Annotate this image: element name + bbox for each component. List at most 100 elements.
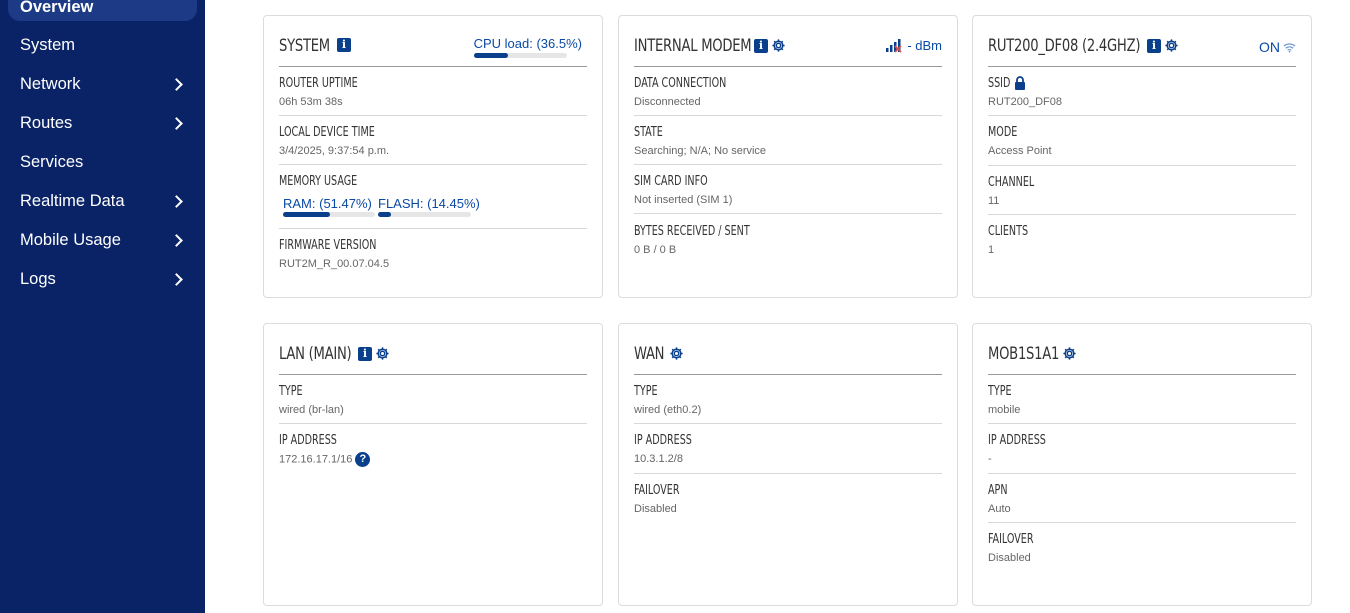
ip-address-text: 172.16.17.1/16 bbox=[279, 453, 353, 466]
sidebar-item-system[interactable]: System bbox=[0, 30, 205, 60]
card-title: RUT200_DF08 (2.4GHZ) bbox=[988, 36, 1141, 56]
clients-row: CLIENTS 1 bbox=[988, 214, 1296, 263]
card-header: WAN bbox=[634, 344, 942, 375]
ram-bar-fill bbox=[283, 212, 331, 217]
sidebar-item-realtime-data[interactable]: Realtime Data bbox=[0, 186, 205, 216]
ssid-label: SSID bbox=[988, 76, 1011, 91]
ip-address-label: IP ADDRESS bbox=[988, 433, 1046, 448]
failover-label: FAILOVER bbox=[634, 483, 680, 498]
ram-label: RAM: (51.47%) bbox=[283, 196, 372, 211]
state-label: STATE bbox=[634, 125, 663, 140]
sidebar-item-label: Network bbox=[20, 74, 81, 93]
channel-label: CHANNEL bbox=[988, 175, 1035, 190]
uptime-row: ROUTER UPTIME 06h 53m 38s bbox=[279, 66, 587, 116]
card-title: INTERNAL MODEM bbox=[634, 36, 752, 56]
sidebar-item-label: Services bbox=[20, 152, 84, 171]
chevron-right-icon bbox=[170, 272, 183, 286]
cpu-load: CPU load: (36.5%) bbox=[473, 36, 582, 58]
uptime-value: 06h 53m 38s bbox=[279, 96, 343, 108]
info-icon[interactable]: i bbox=[358, 346, 372, 361]
sidebar: Overview System Network Routes Services … bbox=[0, 0, 205, 613]
time-row: LOCAL DEVICE TIME 3/4/2025, 9:37:54 p.m. bbox=[279, 115, 587, 165]
ip-address-value: - bbox=[988, 453, 992, 465]
help-icon[interactable]: ? bbox=[355, 452, 371, 467]
sidebar-item-routes[interactable]: Routes bbox=[0, 108, 205, 138]
ip-address-value: 172.16.17.1/16? bbox=[279, 452, 371, 467]
cpu-load-label: CPU load: (36.5%) bbox=[473, 36, 582, 51]
memory-label: MEMORY USAGE bbox=[279, 174, 358, 189]
sidebar-item-label: Mobile Usage bbox=[20, 230, 121, 249]
wan-type-row: TYPE wired (eth0.2) bbox=[634, 374, 942, 424]
wifi-icon bbox=[1283, 42, 1296, 53]
clients-value: 1 bbox=[988, 244, 995, 256]
wifi-card: RUT200_DF08 (2.4GHZ) i ON SSID RUT200_DF… bbox=[972, 15, 1312, 298]
gear-icon[interactable] bbox=[1164, 38, 1179, 53]
wan-ip-row: IP ADDRESS 10.3.1.2/8 bbox=[634, 423, 942, 474]
failover-label: FAILOVER bbox=[988, 532, 1034, 547]
sidebar-item-network[interactable]: Network bbox=[0, 69, 205, 99]
sidebar-item-services[interactable]: Services bbox=[0, 147, 205, 177]
card-title: WAN bbox=[634, 344, 665, 364]
state-row: STATE Searching; N/A; No service bbox=[634, 115, 942, 165]
sidebar-item-overview[interactable]: Overview bbox=[8, 0, 197, 21]
firmware-value: RUT2M_R_00.07.04.5 bbox=[279, 258, 390, 270]
gear-icon[interactable] bbox=[1062, 346, 1077, 361]
sidebar-item-label: Realtime Data bbox=[20, 191, 125, 210]
mobile-interface-card: MOB1S1A1 TYPE mobile IP ADDRESS - APN Au… bbox=[972, 323, 1312, 606]
lan-type-row: TYPE wired (br-lan) bbox=[279, 374, 587, 424]
info-icon[interactable]: i bbox=[337, 38, 351, 52]
flash-bar bbox=[378, 212, 471, 217]
lock-icon bbox=[1014, 76, 1026, 91]
mobile-failover-row: FAILOVER Disabled bbox=[988, 522, 1296, 571]
cpu-load-bar bbox=[473, 53, 567, 58]
gear-icon[interactable] bbox=[771, 38, 786, 53]
card-header: INTERNAL MODEM i - dBm bbox=[634, 36, 942, 67]
flash-bar-fill bbox=[378, 212, 392, 217]
sidebar-item-logs[interactable]: Logs bbox=[0, 264, 205, 294]
time-label: LOCAL DEVICE TIME bbox=[279, 125, 375, 140]
chevron-right-icon bbox=[170, 194, 183, 208]
signal-strength: - dBm bbox=[885, 38, 942, 53]
sim-card-row: SIM CARD INFO Not inserted (SIM 1) bbox=[634, 164, 942, 214]
cpu-load-bar-fill bbox=[473, 53, 508, 58]
card-header: SYSTEM i CPU load: (36.5%) bbox=[279, 36, 587, 67]
ip-address-label: IP ADDRESS bbox=[634, 433, 692, 448]
info-icon[interactable]: i bbox=[754, 38, 768, 53]
firmware-label: FIRMWARE VERSION bbox=[279, 238, 377, 253]
wan-card: WAN TYPE wired (eth0.2) IP ADDRESS 10.3.… bbox=[618, 323, 958, 606]
wifi-status: ON bbox=[1259, 39, 1296, 55]
sidebar-item-label: Overview bbox=[20, 0, 94, 16]
chevron-right-icon bbox=[170, 233, 183, 247]
flash-label: FLASH: (14.45%) bbox=[378, 196, 480, 211]
card-title: SYSTEM bbox=[279, 36, 330, 56]
type-value: wired (br-lan) bbox=[279, 404, 344, 416]
type-value: mobile bbox=[988, 404, 1021, 416]
apn-value: Auto bbox=[988, 503, 1011, 515]
gear-icon[interactable] bbox=[375, 346, 390, 361]
signal-strength-icon bbox=[885, 38, 903, 53]
ssid-row: SSID RUT200_DF08 bbox=[988, 66, 1296, 116]
card-title: LAN (MAIN) bbox=[279, 344, 352, 364]
sidebar-item-label: System bbox=[20, 35, 76, 54]
gear-icon[interactable] bbox=[669, 346, 684, 361]
flash-usage: FLASH: (14.45%) bbox=[378, 196, 480, 217]
channel-row: CHANNEL 11 bbox=[988, 165, 1296, 215]
uptime-label: ROUTER UPTIME bbox=[279, 76, 358, 91]
mode-label: MODE bbox=[988, 125, 1018, 140]
sidebar-item-label: Routes bbox=[20, 113, 73, 132]
sidebar-item-mobile-usage[interactable]: Mobile Usage bbox=[0, 225, 205, 255]
chevron-right-icon bbox=[170, 116, 183, 130]
info-icon[interactable]: i bbox=[1147, 38, 1161, 53]
data-connection-value: Disconnected bbox=[634, 96, 701, 108]
apn-label: APN bbox=[988, 483, 1008, 498]
type-value: wired (eth0.2) bbox=[634, 404, 702, 416]
ssid-value: RUT200_DF08 bbox=[988, 96, 1062, 108]
memory-row: MEMORY USAGE RAM: (51.47%) FLASH: (14.45… bbox=[279, 164, 587, 229]
mobile-ip-row: IP ADDRESS - bbox=[988, 423, 1296, 474]
mode-row: MODE Access Point bbox=[988, 115, 1296, 166]
card-header: LAN (MAIN) i bbox=[279, 344, 587, 375]
bytes-value: 0 B / 0 B bbox=[634, 244, 677, 256]
sim-card-label: SIM CARD INFO bbox=[634, 174, 708, 189]
data-connection-row: DATA CONNECTION Disconnected bbox=[634, 66, 942, 116]
clients-label: CLIENTS bbox=[988, 224, 1029, 239]
